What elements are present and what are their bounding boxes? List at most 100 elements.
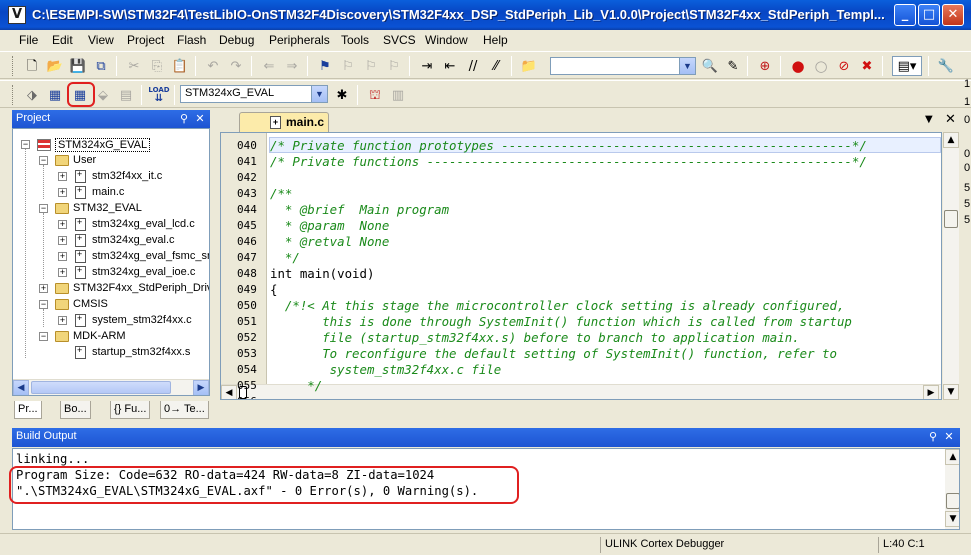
minimize-button[interactable]: _: [894, 4, 916, 26]
scroll-left-icon[interactable]: ◀: [13, 380, 29, 395]
scroll-up-icon[interactable]: ▲: [943, 132, 959, 148]
save-all-icon[interactable]: ⧉: [91, 56, 111, 76]
bookmark-prev-icon[interactable]: ⚐: [338, 56, 358, 76]
collapse-icon[interactable]: −: [21, 140, 30, 149]
tree-file[interactable]: + stm324xg_eval_fsmc_sr: [13, 249, 209, 265]
incremental-find-icon[interactable]: ✎: [723, 56, 743, 76]
bookmark-next-icon[interactable]: ⚐: [361, 56, 381, 76]
tree-file[interactable]: + system_stm32f4xx.c: [13, 313, 209, 329]
scroll-right-icon[interactable]: ▶: [923, 385, 939, 399]
breakpoint-disable-all-icon[interactable]: ⊘: [834, 56, 854, 76]
comment-icon[interactable]: //: [463, 56, 483, 76]
scroll-thumb[interactable]: [946, 493, 959, 509]
open-file-icon[interactable]: 📂: [45, 56, 65, 76]
undo-icon[interactable]: ↶: [203, 56, 223, 76]
navigate-forward-icon[interactable]: ⇒: [282, 56, 302, 76]
target-options-icon[interactable]: ✱: [332, 85, 352, 105]
pin-icon[interactable]: ⚲: [926, 430, 940, 444]
expand-icon[interactable]: +: [39, 284, 48, 293]
tab-functions[interactable]: {} Fu...: [110, 401, 151, 419]
expand-icon[interactable]: +: [58, 268, 67, 277]
tab-books[interactable]: Bo...: [60, 401, 91, 419]
collapse-icon[interactable]: −: [39, 204, 48, 213]
uvision-app-icon[interactable]: V: [8, 6, 26, 24]
scroll-left-icon[interactable]: ◀: [221, 385, 237, 399]
expand-icon[interactable]: +: [58, 172, 67, 181]
new-file-icon[interactable]: 🗋: [22, 56, 42, 76]
bookmark-toggle-icon[interactable]: ⚑: [315, 56, 335, 76]
find-icon[interactable]: 🔍: [700, 56, 720, 76]
menu-file[interactable]: File: [19, 33, 38, 47]
tree-group[interactable]: − User: [13, 153, 209, 169]
scroll-down-icon[interactable]: ▼: [945, 511, 959, 527]
menu-tools[interactable]: Tools: [341, 33, 369, 47]
tree-file[interactable]: startup_stm32f4xx.s: [13, 345, 209, 361]
close-icon[interactable]: ✕: [942, 430, 956, 444]
breakpoint-disable-icon[interactable]: ○: [811, 56, 831, 76]
redo-icon[interactable]: ↷: [226, 56, 246, 76]
find-in-files-icon[interactable]: 📁: [519, 56, 539, 76]
expand-icon[interactable]: +: [58, 236, 67, 245]
expand-icon[interactable]: +: [58, 220, 67, 229]
toolbar-grip[interactable]: [12, 85, 15, 105]
save-icon[interactable]: 💾: [68, 56, 88, 76]
scroll-down-icon[interactable]: ▼: [943, 384, 959, 400]
close-button[interactable]: ✕: [942, 4, 964, 26]
project-hscrollbar[interactable]: ◀ ▶: [13, 379, 209, 395]
menu-debug[interactable]: Debug: [219, 33, 254, 47]
pin-icon[interactable]: ⚲: [177, 112, 191, 126]
tab-project[interactable]: Pr...: [14, 401, 42, 419]
close-editor-icon[interactable]: ✕: [945, 112, 956, 127]
collapse-icon[interactable]: −: [39, 332, 48, 341]
tree-root[interactable]: − STM324xG_EVAL: [13, 137, 209, 153]
editor-hscrollbar[interactable]: ◀ ▶: [221, 384, 941, 399]
debug-session-icon[interactable]: ⊕: [755, 56, 775, 76]
tree-group[interactable]: − MDK-ARM: [13, 329, 209, 345]
menu-edit[interactable]: Edit: [52, 33, 73, 47]
menu-peripherals[interactable]: Peripherals: [269, 33, 330, 47]
close-icon[interactable]: ✕: [193, 112, 207, 126]
tree-group[interactable]: + STM32F4xx_StdPeriph_Drive: [13, 281, 209, 297]
code-editor[interactable]: ◀ ▶ 040 /* Private function prototypes --…: [220, 132, 942, 400]
scroll-thumb[interactable]: [31, 381, 171, 394]
multi-project-icon[interactable]: ▥: [388, 85, 408, 105]
window-layout-icon[interactable]: ▤▾: [892, 56, 922, 76]
bookmark-clear-icon[interactable]: ⚐: [384, 56, 404, 76]
tree-file[interactable]: + stm324xg_eval_lcd.c: [13, 217, 209, 233]
configure-wrench-icon[interactable]: 🔧: [936, 56, 956, 76]
manage-components-icon[interactable]: ⛫: [365, 85, 385, 105]
load-download-icon[interactable]: LOAD ⇊: [148, 85, 169, 105]
tree-file[interactable]: + stm324xg_eval_ioe.c: [13, 265, 209, 281]
paste-icon[interactable]: 📋: [170, 56, 190, 76]
menu-view[interactable]: View: [88, 33, 114, 47]
unindent-icon[interactable]: ⇤: [440, 56, 460, 76]
breakpoint-insert-icon[interactable]: ●: [788, 56, 808, 76]
tree-group[interactable]: − CMSIS: [13, 297, 209, 313]
expand-icon[interactable]: +: [58, 316, 67, 325]
maximize-button[interactable]: □: [918, 4, 940, 26]
collapse-icon[interactable]: −: [39, 300, 48, 309]
editor-vscrollbar[interactable]: ▲ ▼: [943, 132, 959, 400]
menu-project[interactable]: Project: [127, 33, 164, 47]
scroll-thumb[interactable]: [944, 210, 958, 228]
target-select[interactable]: STM324xG_EVAL ▼: [180, 85, 328, 103]
navigate-back-icon[interactable]: ⇐: [259, 56, 279, 76]
tab-main-c[interactable]: + main.c: [239, 112, 329, 132]
scroll-right-icon[interactable]: ▶: [193, 380, 209, 395]
tree-file[interactable]: + stm32f4xx_it.c: [13, 169, 209, 185]
stop-build-icon[interactable]: ▤: [116, 85, 136, 105]
build-icon[interactable]: ▦: [45, 85, 65, 105]
menu-help[interactable]: Help: [483, 33, 508, 47]
scroll-up-icon[interactable]: ▲: [945, 449, 959, 465]
tree-file[interactable]: + stm324xg_eval.c: [13, 233, 209, 249]
uncomment-icon[interactable]: ⁄⁄: [486, 56, 506, 76]
menu-window[interactable]: Window: [425, 33, 468, 47]
expand-icon[interactable]: +: [58, 188, 67, 197]
translate-icon[interactable]: ⬗: [22, 85, 42, 105]
indent-icon[interactable]: ⇥: [417, 56, 437, 76]
toolbar-grip[interactable]: [12, 56, 15, 76]
tree-group[interactable]: − STM32_EVAL: [13, 201, 209, 217]
breakpoint-kill-all-icon[interactable]: ✖: [857, 56, 877, 76]
menu-flash[interactable]: Flash: [177, 33, 206, 47]
cut-icon[interactable]: ✂: [124, 56, 144, 76]
